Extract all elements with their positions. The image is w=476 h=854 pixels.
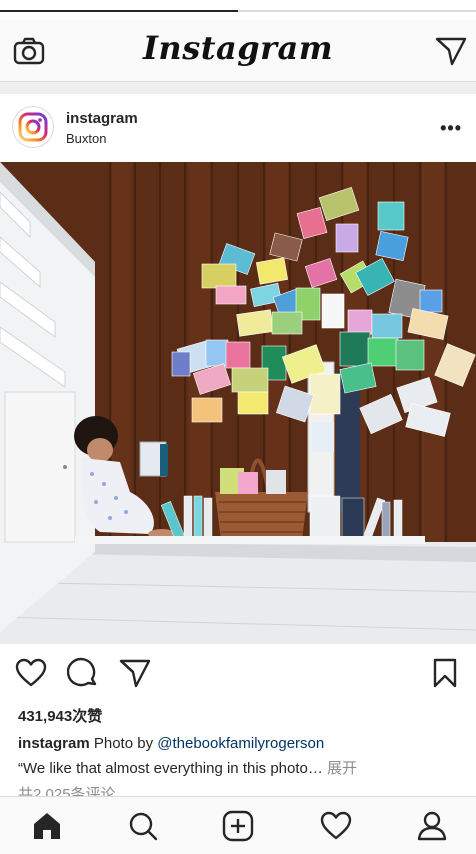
heart-icon[interactable] — [319, 809, 353, 843]
caption-more-link[interactable]: 展开 — [323, 760, 357, 777]
post-header: instagram Buxton ••• — [0, 94, 476, 162]
add-post-icon[interactable] — [221, 809, 255, 843]
search-icon[interactable] — [126, 809, 160, 843]
post-actions — [0, 654, 476, 694]
caption-line-1: instagram Photo by @thebookfamilyrogerso… — [18, 735, 324, 752]
top-navigation-bar: Instagram — [0, 20, 476, 82]
caption-text: Photo by — [89, 735, 158, 752]
caption-mention[interactable]: @thebookfamilyrogerson — [157, 735, 324, 752]
like-count[interactable]: 431,943次赞 — [18, 705, 102, 726]
story-progress-fill — [0, 10, 238, 12]
home-icon[interactable] — [30, 809, 64, 843]
paper-plane-icon[interactable] — [434, 34, 468, 68]
avatar[interactable] — [12, 106, 54, 148]
story-progress-bar — [0, 10, 476, 12]
caption-body: “We like that almost everything in this … — [18, 760, 323, 777]
caption-line-2: “We like that almost everything in this … — [18, 757, 357, 778]
bookmark-icon[interactable] — [428, 656, 462, 690]
post-photo[interactable] — [0, 162, 476, 644]
profile-icon[interactable] — [415, 809, 449, 843]
more-dots-icon[interactable]: ••• — [440, 118, 462, 139]
caption-username[interactable]: instagram — [18, 735, 90, 752]
heart-icon[interactable] — [14, 656, 48, 690]
photo-illustration — [0, 162, 476, 644]
post-location[interactable]: Buxton — [66, 131, 106, 146]
paper-plane-icon[interactable] — [118, 656, 152, 690]
comment-icon[interactable] — [66, 656, 100, 690]
bottom-tab-bar — [0, 796, 476, 854]
feed-divider — [0, 82, 476, 94]
post-username[interactable]: instagram — [66, 110, 138, 127]
instagram-wordmark: Instagram — [142, 29, 334, 67]
